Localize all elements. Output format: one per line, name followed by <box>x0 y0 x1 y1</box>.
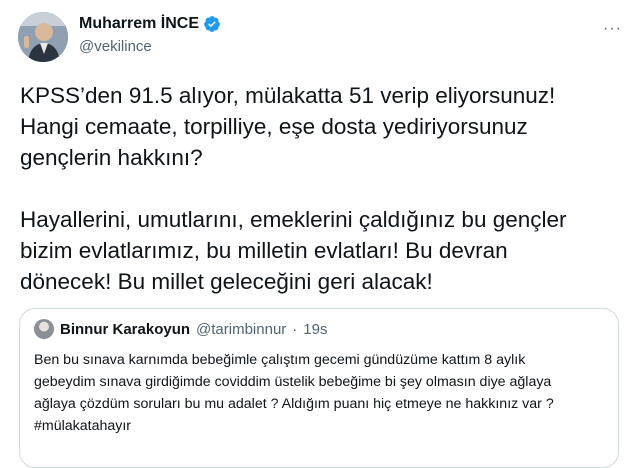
quoted-author-avatar <box>34 319 54 339</box>
author-block: Muharrem İNCE @vekilince <box>79 13 221 55</box>
more-options-icon[interactable]: ··· <box>599 18 626 40</box>
quoted-separator: · <box>292 320 298 338</box>
author-avatar[interactable] <box>18 12 68 62</box>
tweet-paragraph-2: Hayallerini, umutlarını, emeklerini çald… <box>20 207 567 294</box>
quoted-author-handle: @tarimbinnur <box>196 320 287 338</box>
tweet-paragraph-1: KPSS’den 91.5 alıyor, mülakatta 51 verip… <box>20 83 556 170</box>
quoted-tweet-text: Ben bu sınava karnımda bebeğimle çalıştı… <box>34 352 554 434</box>
author-name-row: Muharrem İNCE <box>79 13 221 35</box>
author-display-name[interactable]: Muharrem İNCE <box>79 15 199 33</box>
quoted-author-name: Binnur Karakoyun <box>60 320 191 338</box>
quoted-tweet[interactable]: Binnur Karakoyun @tarimbinnur · 19s Ben … <box>19 308 619 468</box>
tweet-text: KPSS’den 91.5 alıyor, mülakatta 51 verip… <box>20 80 630 297</box>
tweet: Muharrem İNCE @vekilince ··· KPSS’den 91… <box>0 0 640 468</box>
verified-badge-icon <box>203 15 221 33</box>
quoted-timestamp: 19s <box>303 320 328 338</box>
quoted-tweet-header: Binnur Karakoyun @tarimbinnur · 19s <box>34 319 327 339</box>
author-handle[interactable]: @vekilince <box>79 38 221 55</box>
